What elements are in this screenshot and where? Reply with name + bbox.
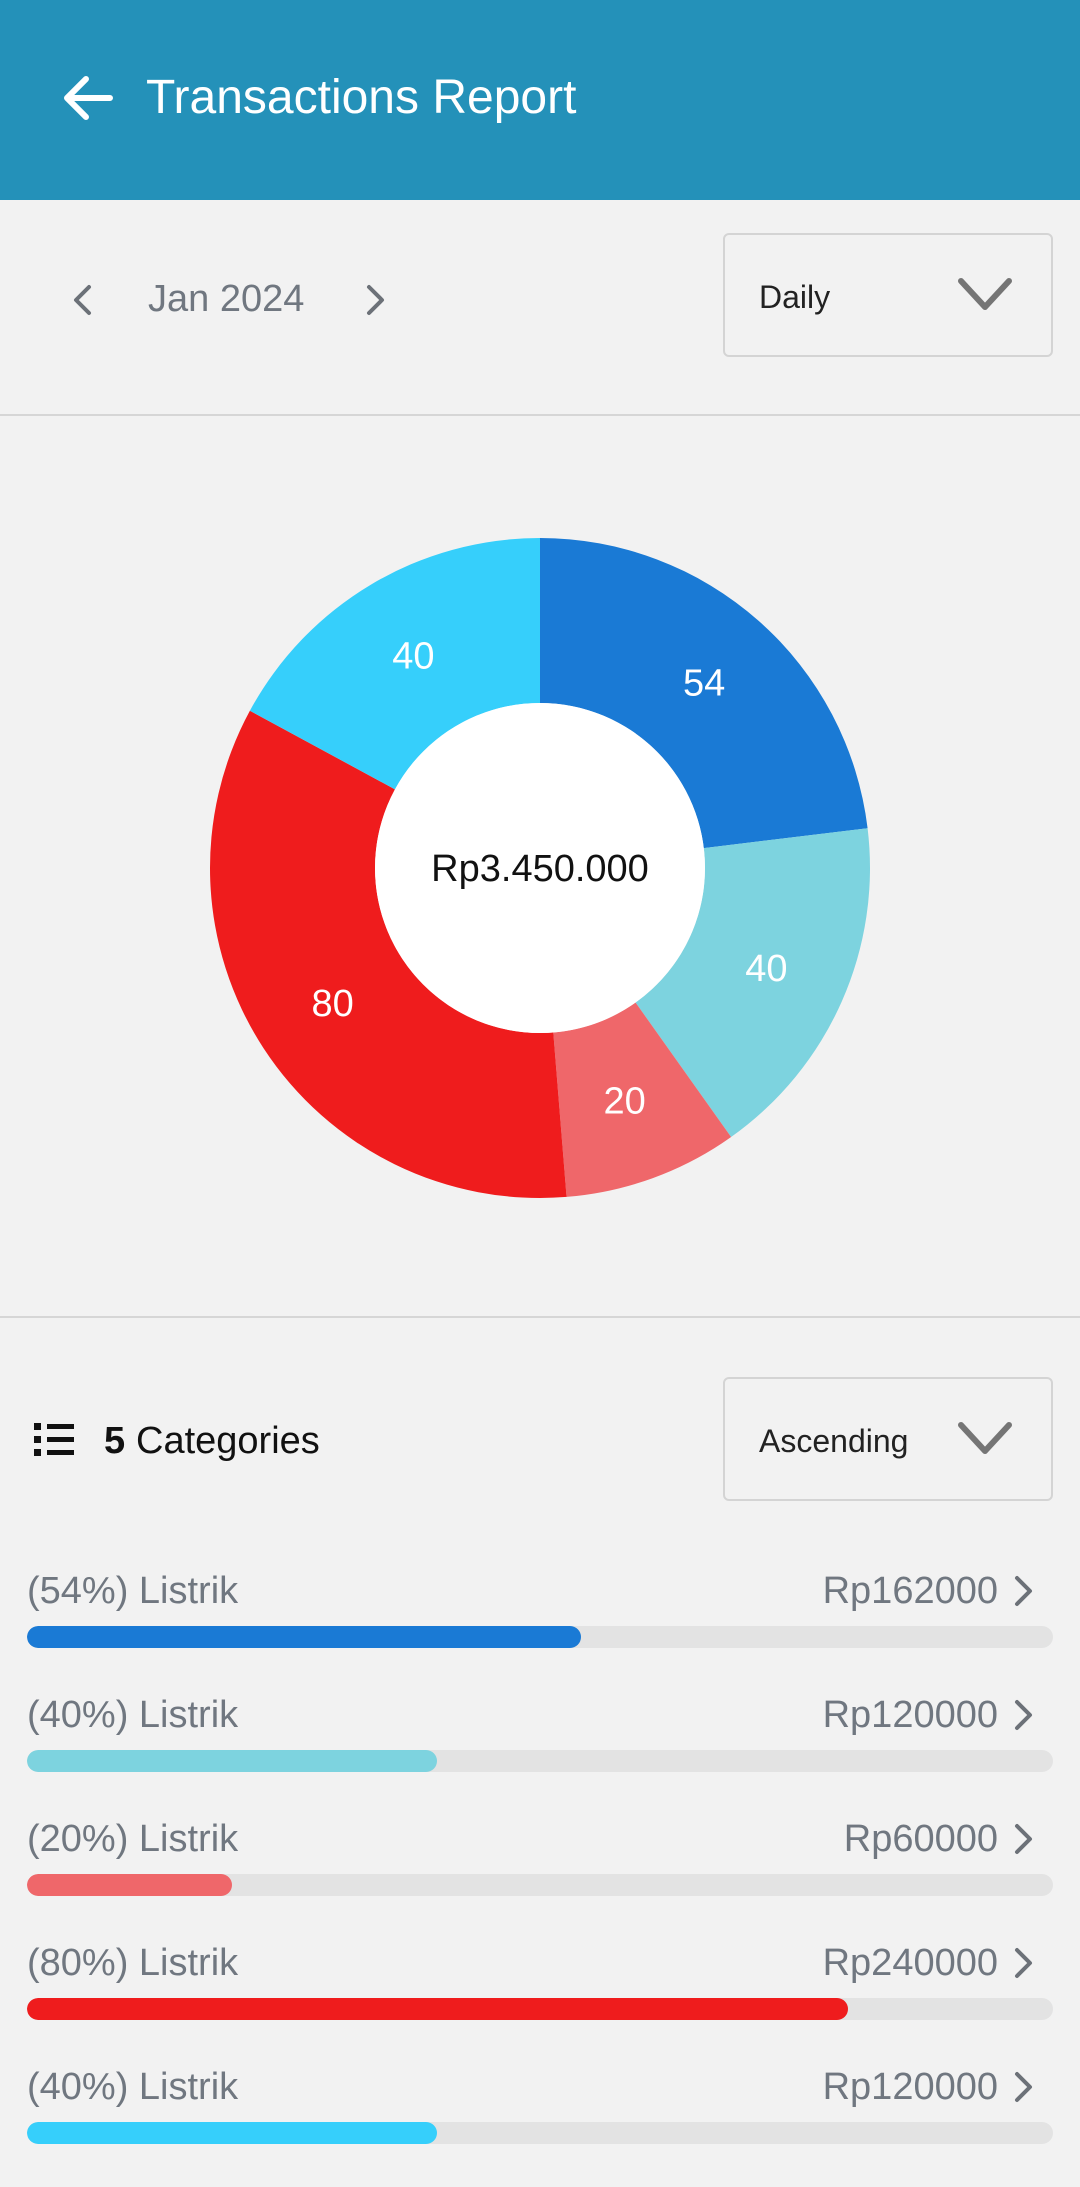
sort-order-value: Ascending (759, 1423, 909, 1459)
category-progress-track (27, 1626, 1053, 1648)
category-item-amount: Rp120000 (822, 2066, 998, 2108)
period-mode-value: Daily (759, 279, 831, 315)
category-progress-fill (27, 1874, 233, 1896)
next-month-button[interactable] (346, 270, 406, 330)
categories-header: 5 Categories Ascending (0, 1320, 1080, 1520)
category-item[interactable]: (40%) Listrik Rp120000 (0, 2048, 1080, 2172)
category-item-label: (54%) Listrik (27, 1570, 239, 1612)
donut-center-total: Rp3.450.000 (431, 848, 649, 890)
chevron-down-icon (958, 278, 1012, 310)
category-item[interactable]: (40%) Listrik Rp120000 (0, 1676, 1080, 1800)
donut-slice-label: 54 (683, 663, 725, 705)
category-item-amount: Rp162000 (822, 1570, 998, 1612)
categories-label: Categories (136, 1420, 320, 1462)
list-icon (34, 1423, 74, 1456)
category-item-label: (40%) Listrik (27, 1694, 239, 1736)
category-item-label: (40%) Listrik (27, 2066, 239, 2108)
current-period-label: Jan 2024 (148, 278, 305, 320)
category-progress-track (27, 1750, 1053, 1772)
category-list: (54%) Listrik Rp162000 (40%) Listrik Rp1… (0, 1552, 1080, 2172)
chevron-right-icon (1015, 2072, 1032, 2102)
chevron-right-icon (1015, 1576, 1032, 1606)
period-mode-dropdown[interactable]: Daily (723, 233, 1053, 357)
category-progress-track (27, 2122, 1053, 2144)
categories-count: 5 (104, 1420, 126, 1462)
previous-month-button[interactable] (52, 270, 112, 330)
chevron-right-icon (1015, 1948, 1032, 1978)
donut-slice-label: 20 (604, 1081, 646, 1123)
category-item-amount: Rp240000 (822, 1942, 998, 1984)
category-item-amount: Rp60000 (843, 1818, 998, 1860)
donut-slice-label: 80 (311, 983, 353, 1025)
page-title: Transactions Report (146, 71, 577, 124)
app-bar: Transactions Report (0, 0, 1080, 200)
chevron-right-icon (1015, 1824, 1032, 1854)
category-progress-track (27, 1874, 1053, 1896)
category-progress-fill (27, 2122, 438, 2144)
chevron-right-icon (1015, 1700, 1032, 1730)
back-button[interactable] (56, 70, 120, 126)
category-progress-fill (27, 1750, 438, 1772)
category-item[interactable]: (20%) Listrik Rp60000 (0, 1800, 1080, 1924)
chevron-down-icon (958, 1422, 1012, 1454)
donut-slice-label: 40 (392, 635, 434, 677)
period-selector: Jan 2024 Daily (0, 200, 1080, 416)
chevron-left-icon (74, 285, 91, 315)
category-item-label: (80%) Listrik (27, 1942, 239, 1984)
category-item-label: (20%) Listrik (27, 1818, 239, 1860)
donut-slice-label: 40 (745, 948, 787, 990)
arrow-left-icon (64, 76, 113, 120)
category-item[interactable]: (54%) Listrik Rp162000 (0, 1552, 1080, 1676)
sort-order-dropdown[interactable]: Ascending (723, 1377, 1053, 1501)
donut-chart: 54 40 20 80 40 Rp3.450.000 (209, 538, 870, 1198)
category-item[interactable]: (80%) Listrik Rp240000 (0, 1924, 1080, 2048)
category-item-amount: Rp120000 (822, 1694, 998, 1736)
chevron-right-icon (367, 285, 384, 315)
category-progress-fill (27, 1998, 848, 2020)
donut-chart-area: 54 40 20 80 40 Rp3.450.000 (0, 418, 1080, 1318)
category-progress-track (27, 1998, 1053, 2020)
category-progress-fill (27, 1626, 582, 1648)
